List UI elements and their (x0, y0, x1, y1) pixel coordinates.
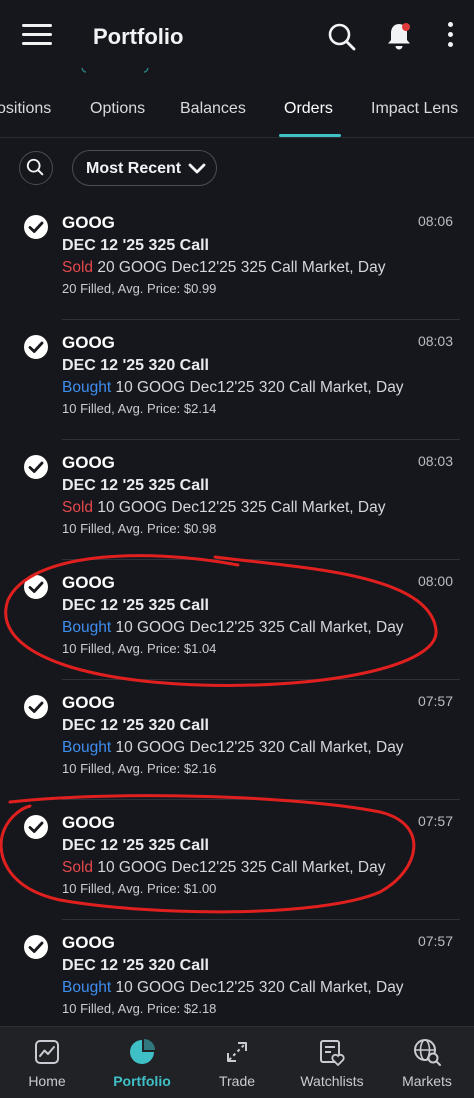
tab-orders[interactable]: Orders (284, 100, 333, 118)
sort-dropdown-label: Most Recent (86, 160, 182, 177)
filled-check-icon (24, 455, 48, 479)
order-time: 07:57 (417, 933, 453, 949)
order-contract: DEC 12 '25 325 Call (62, 237, 209, 254)
nav-trade[interactable]: Trade (190, 1027, 284, 1098)
order-detail: 10 GOOG Dec12'25 320 Call Market, Day (111, 379, 404, 396)
order-symbol: GOOG (62, 213, 115, 232)
bottom-navigation: Home Portfolio Trade Watchlists Markets (0, 1026, 474, 1098)
order-row[interactable]: GOOG 08:03 DEC 12 '25 320 Call Bought 10… (0, 320, 474, 440)
pie-chart-icon (130, 1039, 155, 1064)
watchlist-heart-icon (320, 1040, 345, 1066)
order-row[interactable]: GOOG 07:57 DEC 12 '25 320 Call Bought 10… (0, 920, 474, 1040)
order-side: Bought (62, 379, 112, 396)
order-symbol: GOOG (62, 933, 115, 952)
order-symbol: GOOG (62, 813, 115, 832)
nav-portfolio[interactable]: Portfolio (95, 1027, 189, 1098)
order-fill-info: 10 Filled, Avg. Price: $1.00 (62, 881, 217, 896)
order-time: 07:57 (417, 813, 453, 829)
app-header: Portfolio (0, 0, 474, 76)
order-detail: 10 GOOG Dec12'25 325 Call Market, Day (111, 619, 404, 636)
order-detail: 20 GOOG Dec12'25 325 Call Market, Day (93, 259, 386, 276)
order-time: 08:00 (417, 573, 453, 589)
order-contract: DEC 12 '25 325 Call (62, 597, 209, 614)
order-row[interactable]: GOOG 07:57 DEC 12 '25 325 Call Sold 10 G… (0, 800, 474, 920)
filled-check-icon (24, 815, 48, 839)
order-description: Bought 10 GOOG Dec12'25 320 Call Market,… (62, 379, 404, 397)
tab-impact-lens[interactable]: Impact Lens (371, 100, 458, 118)
notification-badge (402, 23, 410, 31)
order-symbol: GOOG (62, 333, 115, 352)
order-detail: 10 GOOG Dec12'25 325 Call Market, Day (93, 859, 386, 876)
order-description: Sold 10 GOOG Dec12'25 325 Call Market, D… (62, 499, 385, 517)
globe-search-icon (414, 1039, 441, 1066)
active-tab-indicator (279, 134, 341, 137)
filled-check-icon (24, 575, 48, 599)
order-fill-info: 10 Filled, Avg. Price: $1.04 (62, 641, 217, 656)
tab-balances[interactable]: Balances (180, 100, 246, 118)
nav-label: Watchlists (300, 1073, 364, 1089)
tab-positions[interactable]: ositions (0, 100, 51, 118)
order-side: Sold (62, 499, 94, 516)
order-symbol: GOOG (62, 453, 115, 472)
order-detail: 10 GOOG Dec12'25 320 Call Market, Day (111, 979, 404, 996)
order-contract: DEC 12 '25 320 Call (62, 717, 209, 734)
order-detail: 10 GOOG Dec12'25 325 Call Market, Day (93, 499, 386, 516)
search-icon (26, 158, 44, 176)
order-detail: 10 GOOG Dec12'25 320 Call Market, Day (111, 739, 404, 756)
nav-markets[interactable]: Markets (380, 1027, 474, 1098)
trade-arrows-icon (227, 1042, 247, 1062)
chevron-down-icon (188, 163, 206, 174)
filled-check-icon (24, 215, 48, 239)
filled-check-icon (24, 335, 48, 359)
order-description: Bought 10 GOOG Dec12'25 320 Call Market,… (62, 739, 404, 757)
order-description: Sold 10 GOOG Dec12'25 325 Call Market, D… (62, 859, 385, 877)
order-symbol: GOOG (62, 693, 115, 712)
order-time: 08:03 (417, 333, 453, 349)
filled-check-icon (24, 935, 48, 959)
order-fill-info: 10 Filled, Avg. Price: $2.14 (62, 401, 217, 416)
hamburger-menu-icon[interactable] (22, 24, 52, 48)
nav-watchlists[interactable]: Watchlists (285, 1027, 379, 1098)
order-side: Bought (62, 979, 112, 996)
nav-label: Home (28, 1073, 66, 1089)
order-fill-info: 10 Filled, Avg. Price: $0.98 (62, 521, 217, 536)
scrolled-content-edge (81, 67, 149, 73)
order-row[interactable]: GOOG 08:06 DEC 12 '25 325 Call Sold 20 G… (0, 200, 474, 320)
order-time: 08:03 (417, 453, 453, 469)
order-side: Sold (62, 259, 94, 276)
nav-label: Portfolio (113, 1073, 171, 1089)
page-title: Portfolio (93, 24, 184, 49)
order-contract: DEC 12 '25 325 Call (62, 837, 209, 854)
order-side: Bought (62, 739, 112, 756)
order-fill-info: 10 Filled, Avg. Price: $2.18 (62, 1001, 217, 1016)
order-description: Bought 10 GOOG Dec12'25 325 Call Market,… (62, 619, 404, 637)
order-row[interactable]: GOOG 08:03 DEC 12 '25 325 Call Sold 10 G… (0, 440, 474, 560)
order-time: 07:57 (417, 693, 453, 709)
order-description: Bought 10 GOOG Dec12'25 320 Call Market,… (62, 979, 404, 997)
order-symbol: GOOG (62, 573, 115, 592)
notification-bell-icon[interactable] (383, 20, 415, 52)
filled-check-icon (24, 695, 48, 719)
order-side: Sold (62, 859, 94, 876)
search-icon[interactable] (327, 22, 357, 52)
home-chart-icon (35, 1040, 59, 1064)
portfolio-tabs: ositions Options Balances Orders Impact … (0, 80, 474, 138)
order-row[interactable]: GOOG 08:00 DEC 12 '25 325 Call Bought 10… (0, 560, 474, 680)
order-fill-info: 10 Filled, Avg. Price: $2.16 (62, 761, 217, 776)
nav-home[interactable]: Home (0, 1027, 94, 1098)
order-contract: DEC 12 '25 325 Call (62, 477, 209, 494)
more-options-icon[interactable] (444, 22, 456, 52)
order-side: Bought (62, 619, 112, 636)
nav-label: Trade (218, 1073, 256, 1089)
sort-dropdown[interactable]: Most Recent (72, 150, 217, 186)
order-fill-info: 20 Filled, Avg. Price: $0.99 (62, 281, 217, 296)
order-row[interactable]: GOOG 07:57 DEC 12 '25 320 Call Bought 10… (0, 680, 474, 800)
order-contract: DEC 12 '25 320 Call (62, 957, 209, 974)
tab-options[interactable]: Options (90, 100, 145, 118)
nav-label: Markets (402, 1073, 452, 1089)
order-time: 08:06 (417, 213, 453, 229)
order-contract: DEC 12 '25 320 Call (62, 357, 209, 374)
order-description: Sold 20 GOOG Dec12'25 325 Call Market, D… (62, 259, 385, 277)
order-search-button[interactable] (19, 151, 53, 185)
